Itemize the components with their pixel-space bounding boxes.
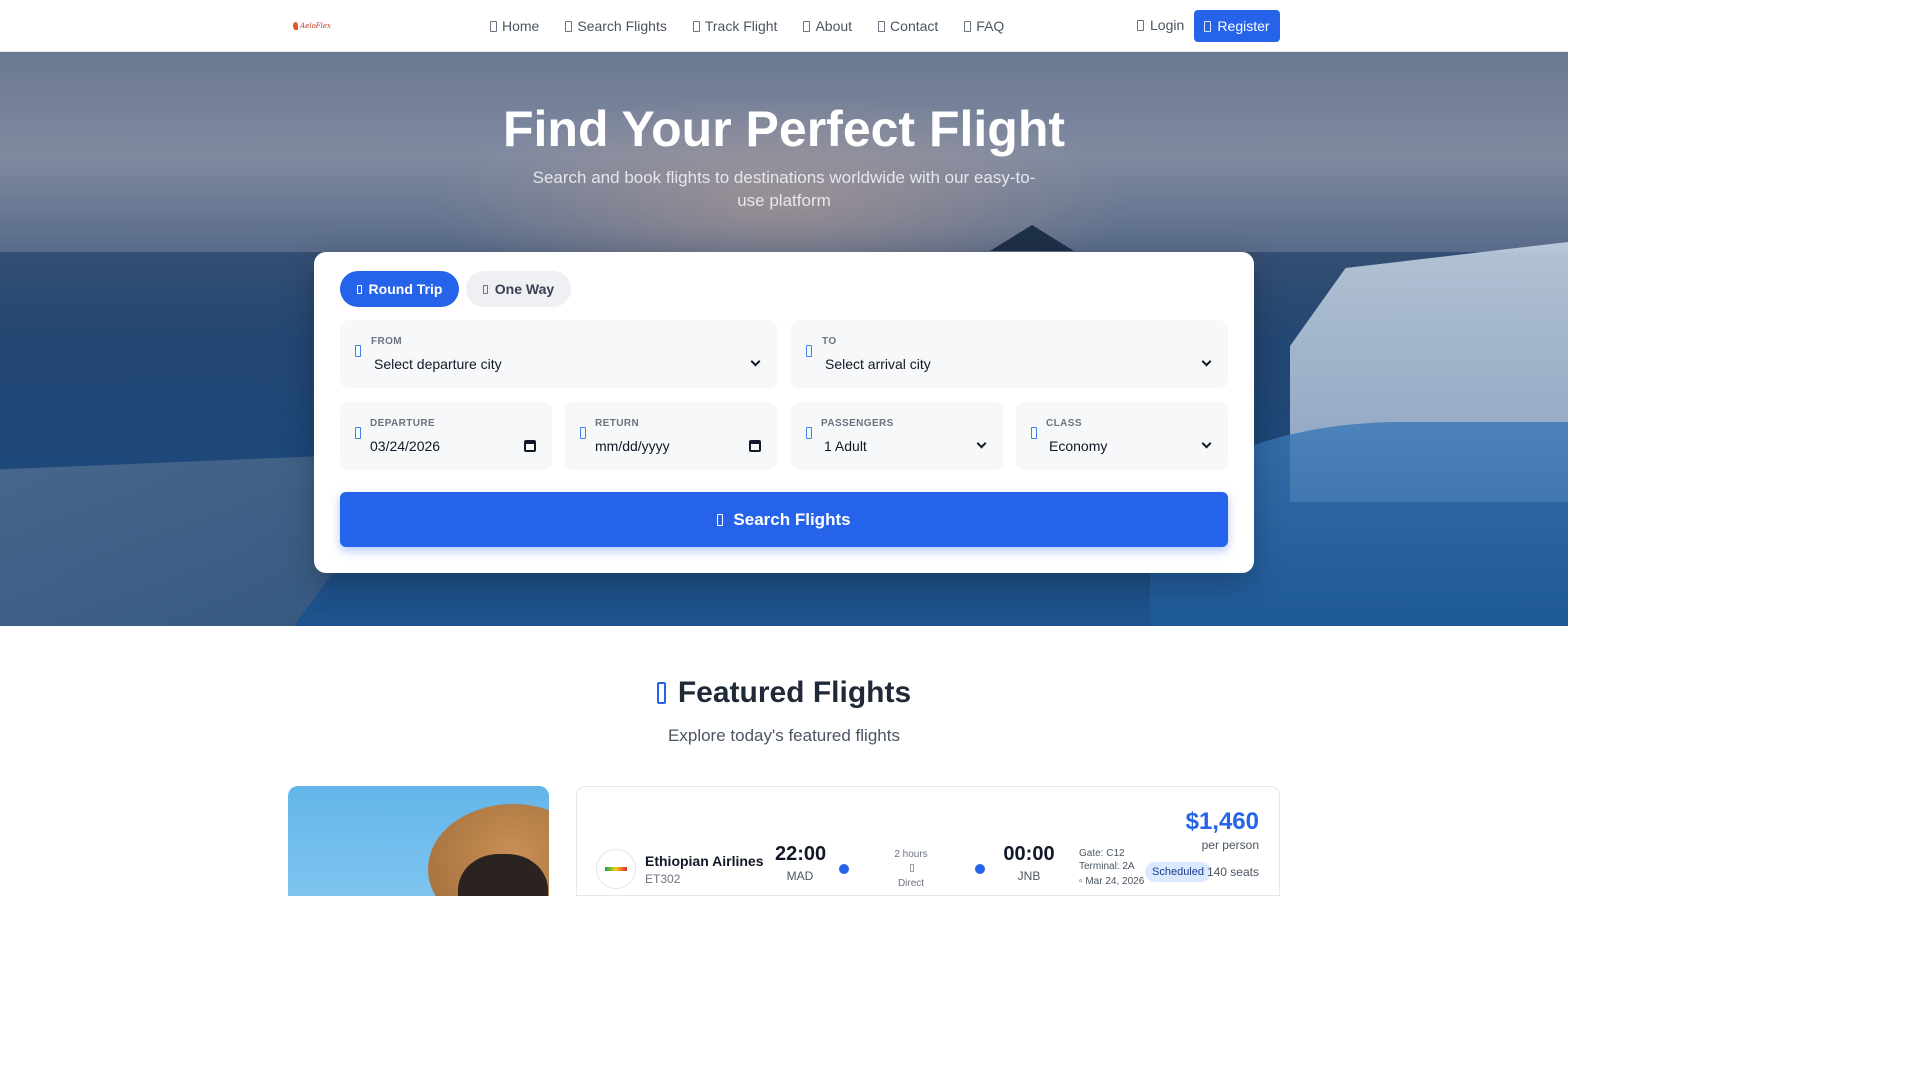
date-picker-icon[interactable] [749,440,761,452]
class-value: Economy [1049,438,1108,454]
nav-link-label: Contact [890,18,939,34]
flight-duration: 2 hours [894,849,928,860]
chevron-down-icon [1201,356,1212,367]
star-icon [656,682,666,704]
price-note: per person [1201,838,1259,852]
passengers-value: 1 Adult [824,438,867,454]
status-badge: Scheduled [1145,862,1211,882]
top-navbar: AeloFlex Home Search Flights Track Fligh… [0,0,1568,52]
logo-mark-icon [293,22,299,30]
flight-date: ▫ Mar 24, 2026 [1079,876,1144,887]
to-value: Select arrival city [825,356,931,372]
gate-info: Gate: C12 [1079,848,1125,859]
route-start-dot [839,864,849,874]
hero-title: Find Your Perfect Flight [502,101,1066,157]
hero-subtitle: Search and book flights to destinations … [532,168,1036,210]
nav-link-about[interactable]: About [803,18,852,34]
route-end-dot [975,864,985,874]
login-link[interactable]: Login [1137,17,1184,33]
nav-link-label: About [815,18,853,34]
one-way-toggle[interactable]: One Way [466,271,571,307]
nav-link-label: Search Flights [577,18,667,34]
featured-title-text: Featured Flights [677,676,912,709]
departure-time: 22:00 [775,843,827,865]
to-city-select[interactable]: TO Select arrival city [791,320,1228,388]
envelope-icon [878,20,886,32]
user-plus-icon [1204,20,1212,32]
one-way-icon [482,284,488,294]
register-label: Register [1217,18,1270,34]
flight-search-card: Round Trip One Way FROM Select departure… [314,252,1254,573]
from-value: Select departure city [374,356,502,372]
arrival-airport-code: JNB [1017,869,1041,883]
featured-flight-card[interactable]: Ethiopian Airlines ET302 22:00 MAD 2 hou… [576,786,1280,896]
featured-subtitle: Explore today's featured flights [668,726,900,745]
one-way-label: One Way [494,281,555,297]
nav-link-label: Home [502,18,540,34]
return-label: RETURN [595,418,640,429]
flight-date-text: Mar 24, 2026 [1085,876,1145,887]
search-flights-button[interactable]: Search Flights [340,492,1228,547]
promo-image [288,786,549,896]
home-icon [490,20,497,32]
search-icon [717,513,724,526]
to-label: TO [822,336,837,347]
featured-title: Featured Flights [0,676,1568,710]
calendar-icon [355,427,361,439]
airline-name: Ethiopian Airlines [645,853,764,869]
arrival-plane-icon [806,345,812,357]
question-icon [964,20,972,32]
departure-label: DEPARTURE [370,418,436,429]
chevron-down-icon [750,356,761,367]
terminal-info: Terminal: 2A [1079,861,1135,872]
passengers-label: PASSENGERS [821,418,894,429]
return-date-field[interactable]: RETURN mm/dd/yyyy [565,402,777,470]
calendar-icon [580,427,586,439]
search-icon [565,20,573,32]
brand-logo[interactable]: AeloFlex [293,18,331,34]
departure-plane-icon [355,345,361,357]
register-button[interactable]: Register [1194,10,1280,42]
departure-value: 03/24/2026 [370,438,441,454]
passengers-select[interactable]: PASSENGERS 1 Adult [791,402,1003,470]
nav-link-faq[interactable]: FAQ [964,18,1004,34]
departure-date-field[interactable]: DEPARTURE 03/24/2026 [340,402,552,470]
users-icon [806,427,812,439]
class-label: CLASS [1046,418,1082,429]
round-trip-toggle[interactable]: Round Trip [340,271,459,307]
info-icon [803,20,811,32]
nav-link-track-flight[interactable]: Track Flight [692,18,778,34]
nav-link-home[interactable]: Home [490,18,539,34]
hero-island-silhouette [990,225,1074,251]
logo-text: AeloFlex [300,22,331,30]
date-picker-icon[interactable] [524,440,536,452]
airline-logo [596,849,636,889]
location-icon [692,20,700,32]
search-flights-label: Search Flights [733,509,851,529]
login-label: Login [1150,17,1185,33]
airline-logo-mark-icon [605,867,627,871]
chevron-down-icon [1201,438,1212,449]
nav-link-label: Track Flight [704,18,778,34]
arrival-time: 00:00 [1003,843,1055,865]
flight-price: $1,460 [1185,808,1259,835]
seat-icon [1031,427,1037,439]
nav-link-label: FAQ [976,18,1005,34]
departure-airport-code: MAD [786,869,814,883]
plane-icon [910,864,914,872]
chevron-down-icon [976,438,987,449]
from-label: FROM [371,336,403,347]
return-value: mm/dd/yyyy [595,438,670,454]
nav-links: Home Search Flights Track Flight About C… [490,0,1004,52]
flight-stops: Direct [897,878,925,889]
round-trip-icon [356,284,362,294]
flight-number: ET302 [645,872,681,886]
nav-link-contact[interactable]: Contact [878,18,938,34]
nav-link-search-flights[interactable]: Search Flights [565,18,667,34]
sign-in-icon [1137,19,1144,31]
seats-available: 140 seats [1206,865,1259,879]
round-trip-label: Round Trip [368,281,443,297]
from-city-select[interactable]: FROM Select departure city [340,320,777,388]
class-select[interactable]: CLASS Economy [1016,402,1228,470]
